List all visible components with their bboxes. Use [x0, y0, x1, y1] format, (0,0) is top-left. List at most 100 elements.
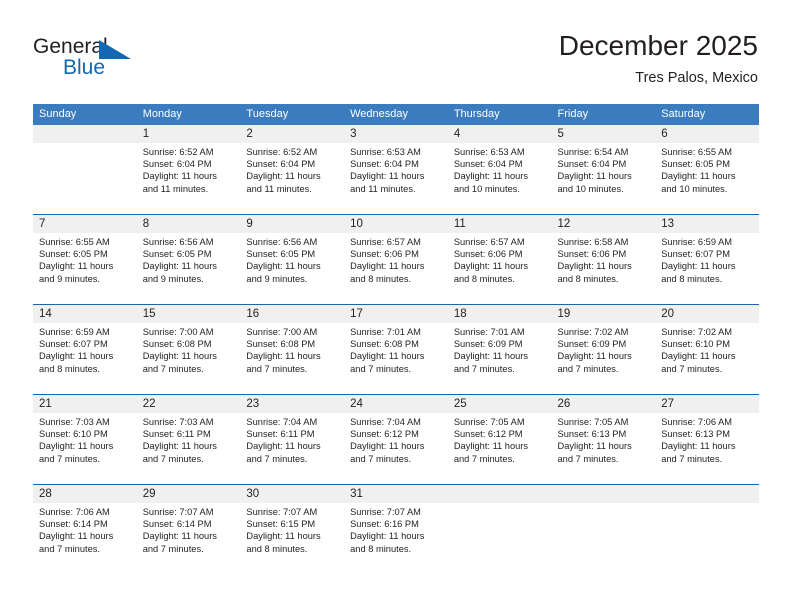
day-number[interactable]: 1 — [137, 125, 241, 143]
day-number-band: 7 8 9 10 11 12 13 — [33, 215, 759, 233]
sunset-text: Sunset: 6:11 PM — [246, 429, 315, 440]
day-cell[interactable]: Sunrise: 7:02 AM Sunset: 6:09 PM Daylight:… — [552, 323, 656, 394]
sunset-text: Sunset: 6:09 PM — [453, 339, 523, 350]
day-number[interactable]: 22 — [137, 395, 241, 413]
day-number[interactable]: 16 — [240, 305, 344, 323]
day-cell[interactable]: Sunrise: 7:06 AM Sunset: 6:14 PM Daylight:… — [33, 503, 137, 574]
day-number[interactable]: 26 — [552, 395, 656, 413]
day-cell[interactable]: Sunrise: 7:00 AM Sunset: 6:08 PM Daylight:… — [240, 323, 344, 394]
page-title: December 2025 — [558, 30, 758, 61]
day-header-saturday: Saturday — [661, 108, 706, 120]
day-number[interactable]: 23 — [240, 395, 344, 413]
day-number[interactable]: 31 — [344, 485, 448, 503]
day-number[interactable]: 30 — [240, 485, 344, 503]
day-cell[interactable]: Sunrise: 7:07 AM Sunset: 6:15 PM Daylight:… — [240, 503, 344, 574]
day-cell[interactable]: Sunrise: 6:56 AM Sunset: 6:05 PM Daylight:… — [240, 233, 344, 304]
sunrise-text: Sunrise: 6:54 AM — [557, 147, 629, 157]
day-cell[interactable]: Sunrise: 6:57 AM Sunset: 6:06 PM Daylight:… — [344, 233, 448, 304]
day-header-monday: Monday — [142, 108, 182, 120]
page-subtitle: Tres Palos, Mexico — [635, 70, 758, 86]
day-cell[interactable]: Sunrise: 7:01 AM Sunset: 6:08 PM Daylight:… — [344, 323, 448, 394]
daylight-text-cont: and 10 minutes. — [557, 183, 624, 194]
daylight-text-cont: and 9 minutes. — [142, 273, 204, 284]
brand-logo[interactable]: General Blue — [33, 36, 253, 84]
day-number[interactable]: 25 — [448, 395, 552, 413]
day-number[interactable]: 20 — [655, 305, 759, 323]
day-number[interactable]: 3 — [344, 125, 448, 143]
day-number[interactable]: 8 — [137, 215, 241, 233]
day-cell[interactable]: Sunrise: 7:04 AM Sunset: 6:12 PM Daylight:… — [344, 413, 448, 484]
day-number[interactable]: 21 — [33, 395, 137, 413]
day-number[interactable]: 17 — [344, 305, 448, 323]
day-number[interactable]: 29 — [137, 485, 241, 503]
day-cell[interactable]: Sunrise: 6:59 AM Sunset: 6:07 PM Daylight:… — [33, 323, 137, 394]
daylight-text-cont: and 10 minutes. — [453, 183, 520, 194]
sunrise-text: Sunrise: 6:59 AM — [39, 327, 110, 337]
calendar-week-row: 7 8 9 10 11 12 13 Sunrise: 6:55 AM Sunset: 6:05 … — [33, 214, 759, 304]
day-cell[interactable]: Sunrise: 6:54 AM Sunset: 6:04 PM Daylight:… — [552, 143, 656, 214]
day-number[interactable]: 24 — [344, 395, 448, 413]
day-number[interactable]: 4 — [448, 125, 552, 143]
day-cell[interactable]: Sunrise: 6:52 AM Sunset: 6:04 PM Daylight:… — [137, 143, 241, 214]
day-cell-empty — [33, 143, 137, 214]
day-cell[interactable]: Sunrise: 7:02 AM Sunset: 6:10 PM Daylight:… — [655, 323, 759, 394]
day-number[interactable]: 15 — [137, 305, 241, 323]
day-number-band: 21 22 23 24 25 26 27 — [33, 395, 759, 413]
sunset-text: Sunset: 6:16 PM — [350, 519, 419, 530]
daylight-text: Daylight: 11 hours — [246, 171, 321, 182]
day-number[interactable]: 14 — [33, 305, 137, 323]
day-cell[interactable]: Sunrise: 7:03 AM Sunset: 6:10 PM Daylight:… — [33, 413, 137, 484]
calendar-grid: Sunday Monday Tuesday Wednesday Thursday Frid… — [33, 104, 759, 574]
day-cell[interactable]: Sunrise: 6:55 AM Sunset: 6:05 PM Daylight:… — [655, 143, 759, 214]
sunrise-text: Sunrise: 7:00 AM — [142, 327, 214, 337]
day-cell[interactable]: Sunrise: 7:05 AM Sunset: 6:13 PM Daylight:… — [552, 413, 656, 484]
day-cell[interactable]: Sunrise: 7:07 AM Sunset: 6:16 PM Daylight:… — [344, 503, 448, 574]
sunset-text: Sunset: 6:13 PM — [661, 429, 730, 440]
day-cell[interactable]: Sunrise: 6:56 AM Sunset: 6:05 PM Daylight:… — [137, 233, 241, 304]
daylight-text: Daylight: 11 hours — [350, 441, 425, 452]
day-cell[interactable]: Sunrise: 6:58 AM Sunset: 6:06 PM Daylight:… — [552, 233, 656, 304]
day-number[interactable]: 18 — [448, 305, 552, 323]
daylight-text-cont: and 7 minutes. — [142, 453, 204, 464]
daylight-text: Daylight: 11 hours — [39, 531, 114, 542]
day-number[interactable]: 12 — [552, 215, 656, 233]
day-number-empty — [448, 485, 552, 503]
day-number[interactable]: 5 — [552, 125, 656, 143]
day-number[interactable]: 13 — [655, 215, 759, 233]
day-number[interactable]: 27 — [655, 395, 759, 413]
day-number[interactable]: 6 — [655, 125, 759, 143]
day-cell[interactable]: Sunrise: 6:59 AM Sunset: 6:07 PM Daylight:… — [655, 233, 759, 304]
calendar-week-row: 28 29 30 31 Sunrise: 7:06 AM Sunset: 6:14 PM D… — [33, 484, 759, 574]
sunset-text: Sunset: 6:04 PM — [142, 159, 212, 170]
day-cell[interactable]: Sunrise: 6:53 AM Sunset: 6:04 PM Daylight:… — [344, 143, 448, 214]
daylight-text: Daylight: 11 hours — [350, 351, 425, 362]
daylight-text: Daylight: 11 hours — [350, 261, 425, 272]
day-number[interactable]: 28 — [33, 485, 137, 503]
day-number[interactable]: 19 — [552, 305, 656, 323]
day-cell[interactable]: Sunrise: 6:52 AM Sunset: 6:04 PM Daylight:… — [240, 143, 344, 214]
daylight-text: Daylight: 11 hours — [246, 531, 321, 542]
daylight-text-cont: and 7 minutes. — [557, 363, 619, 374]
day-cell[interactable]: Sunrise: 7:06 AM Sunset: 6:13 PM Daylight:… — [655, 413, 759, 484]
day-cell[interactable]: Sunrise: 7:01 AM Sunset: 6:09 PM Daylight:… — [448, 323, 552, 394]
sunset-text: Sunset: 6:04 PM — [557, 159, 627, 170]
daylight-text-cont: and 7 minutes. — [39, 453, 100, 464]
daylight-text: Daylight: 11 hours — [39, 261, 114, 272]
day-number[interactable]: 10 — [344, 215, 448, 233]
day-number[interactable]: 2 — [240, 125, 344, 143]
day-number[interactable]: 9 — [240, 215, 344, 233]
day-cell[interactable]: Sunrise: 6:53 AM Sunset: 6:04 PM Daylight:… — [448, 143, 552, 214]
day-cell[interactable]: Sunrise: 7:07 AM Sunset: 6:14 PM Daylight:… — [137, 503, 241, 574]
day-cell[interactable]: Sunrise: 6:57 AM Sunset: 6:06 PM Daylight:… — [448, 233, 552, 304]
sunset-text: Sunset: 6:14 PM — [39, 519, 108, 530]
day-cell[interactable]: Sunrise: 7:03 AM Sunset: 6:11 PM Daylight:… — [137, 413, 241, 484]
day-cell[interactable]: Sunrise: 7:00 AM Sunset: 6:08 PM Daylight:… — [137, 323, 241, 394]
daylight-text-cont: and 7 minutes. — [453, 363, 515, 374]
day-cell[interactable]: Sunrise: 7:04 AM Sunset: 6:11 PM Daylight:… — [240, 413, 344, 484]
daylight-text: Daylight: 11 hours — [557, 441, 632, 452]
day-number[interactable]: 7 — [33, 215, 137, 233]
day-number[interactable]: 11 — [448, 215, 552, 233]
daylight-text: Daylight: 11 hours — [39, 351, 114, 362]
day-cell[interactable]: Sunrise: 6:55 AM Sunset: 6:05 PM Daylight:… — [33, 233, 137, 304]
day-cell[interactable]: Sunrise: 7:05 AM Sunset: 6:12 PM Daylight:… — [448, 413, 552, 484]
